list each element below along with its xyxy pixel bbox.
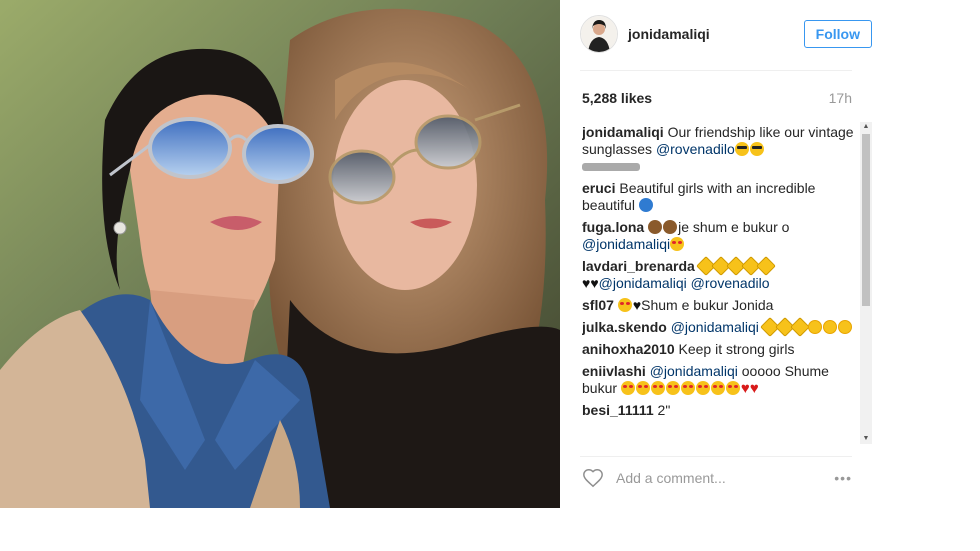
sun-face-emoji xyxy=(807,320,822,334)
heart-eyes-emoji xyxy=(635,381,650,395)
mention-link[interactable]: @jonidamaliqi xyxy=(671,319,759,335)
post-photo[interactable] xyxy=(0,0,560,508)
comment-username[interactable]: fuga.lona xyxy=(582,219,644,235)
black-heart-emoji: ♥ xyxy=(590,275,599,291)
comment-username[interactable]: eniivlashi xyxy=(582,363,646,379)
add-comment-input[interactable] xyxy=(614,469,835,487)
mention-link[interactable]: @jonidamaliqi xyxy=(582,236,670,252)
red-heart-emoji: ♥ xyxy=(740,380,750,397)
monkey-emoji xyxy=(663,220,678,234)
comment-text: 2" xyxy=(657,402,671,418)
mention-link[interactable]: @jonidamaliqi xyxy=(650,363,738,379)
comment-username[interactable]: lavdari_brenarda xyxy=(582,258,695,274)
mention-link[interactable]: @rovenadilo xyxy=(687,275,770,291)
comment-item: fuga.lona je shum e bukur o @jonidamaliq… xyxy=(582,219,858,253)
mention-link[interactable]: @jonidamaliqi xyxy=(599,275,687,291)
scroll-down-arrow-icon[interactable]: ▼ xyxy=(860,434,872,444)
heart-eyes-emoji xyxy=(725,381,740,395)
comment-item: jonidamaliqi Our friendship like our vin… xyxy=(582,124,858,175)
heart-eyes-emoji xyxy=(670,237,685,251)
post-username[interactable]: jonidamaliqi xyxy=(628,26,804,42)
comment-text: je shum e bukur o xyxy=(678,219,790,235)
red-heart-emoji: ♥ xyxy=(749,380,759,397)
comment-username[interactable]: jonidamaliqi xyxy=(582,124,664,140)
redacted-text-blot xyxy=(582,163,640,172)
sun-face-emoji xyxy=(822,320,837,334)
comment-username[interactable]: anihoxha2010 xyxy=(582,341,675,357)
scroll-up-arrow-icon[interactable]: ▲ xyxy=(860,122,872,132)
likes-count[interactable]: 5,288 likes xyxy=(582,90,652,106)
comment-username[interactable]: sfl07 xyxy=(582,297,614,313)
heart-eyes-emoji xyxy=(617,298,632,312)
black-heart-emoji: ♥ xyxy=(632,297,642,313)
globe-emoji xyxy=(638,198,653,212)
sunglasses-face-emoji xyxy=(734,142,749,156)
comment-item: julka.skendo @jonidamaliqi xyxy=(582,317,858,337)
follow-button[interactable]: Follow xyxy=(803,20,872,48)
comments-scrollbar[interactable]: ▲ ▼ xyxy=(860,122,872,444)
sparkle-emoji xyxy=(755,256,776,276)
mention-link[interactable]: @rovenadilo xyxy=(656,141,735,157)
comment-item: anihoxha2010 Keep it strong girls xyxy=(582,341,858,358)
comment-username[interactable]: eruci xyxy=(582,180,615,196)
heart-eyes-emoji xyxy=(665,381,680,395)
post-stats: 5,288 likes 17h xyxy=(582,90,852,106)
header-divider xyxy=(580,70,852,71)
comments-list[interactable]: jonidamaliqi Our friendship like our vin… xyxy=(582,124,858,444)
comment-item: besi_11111 2" xyxy=(582,402,858,419)
post-header: jonidamaliqi Follow xyxy=(580,14,872,54)
sun-face-emoji xyxy=(837,320,852,334)
comment-item: eruci Beautiful girls with an incredible… xyxy=(582,180,858,214)
footer-divider xyxy=(580,456,852,457)
comment-item: eniivlashi @jonidamaliqi ooooo Shume buk… xyxy=(582,363,858,397)
post-details-panel: jonidamaliqi Follow 5,288 likes 17h joni… xyxy=(560,0,890,508)
monkey-emoji xyxy=(648,220,663,234)
comment-username[interactable]: julka.skendo xyxy=(582,319,667,335)
post-footer: ••• xyxy=(582,466,852,490)
heart-outline-icon[interactable] xyxy=(582,467,604,489)
comment-text: Shum e bukur Jonida xyxy=(641,297,774,313)
heart-eyes-emoji xyxy=(680,381,695,395)
comment-username[interactable]: besi_11111 xyxy=(582,402,654,418)
comment-item: sfl07 ♥Shum e bukur Jonida xyxy=(582,297,858,314)
comment-item: lavdari_brenarda ♥♥@jonidamaliqi @rovena… xyxy=(582,256,858,292)
heart-eyes-emoji xyxy=(620,381,635,395)
scroll-thumb[interactable] xyxy=(862,134,870,306)
sparkle-emoji xyxy=(789,317,810,337)
post-time[interactable]: 17h xyxy=(829,90,852,106)
heart-eyes-emoji xyxy=(650,381,665,395)
comment-text: Beautiful girls with an incredible beaut… xyxy=(582,180,816,213)
comment-text: Keep it strong girls xyxy=(678,341,795,357)
sunglasses-face-emoji xyxy=(749,142,764,156)
heart-eyes-emoji xyxy=(710,381,725,395)
ellipsis-icon[interactable]: ••• xyxy=(834,470,852,486)
heart-eyes-emoji xyxy=(695,381,710,395)
avatar[interactable] xyxy=(580,15,618,53)
